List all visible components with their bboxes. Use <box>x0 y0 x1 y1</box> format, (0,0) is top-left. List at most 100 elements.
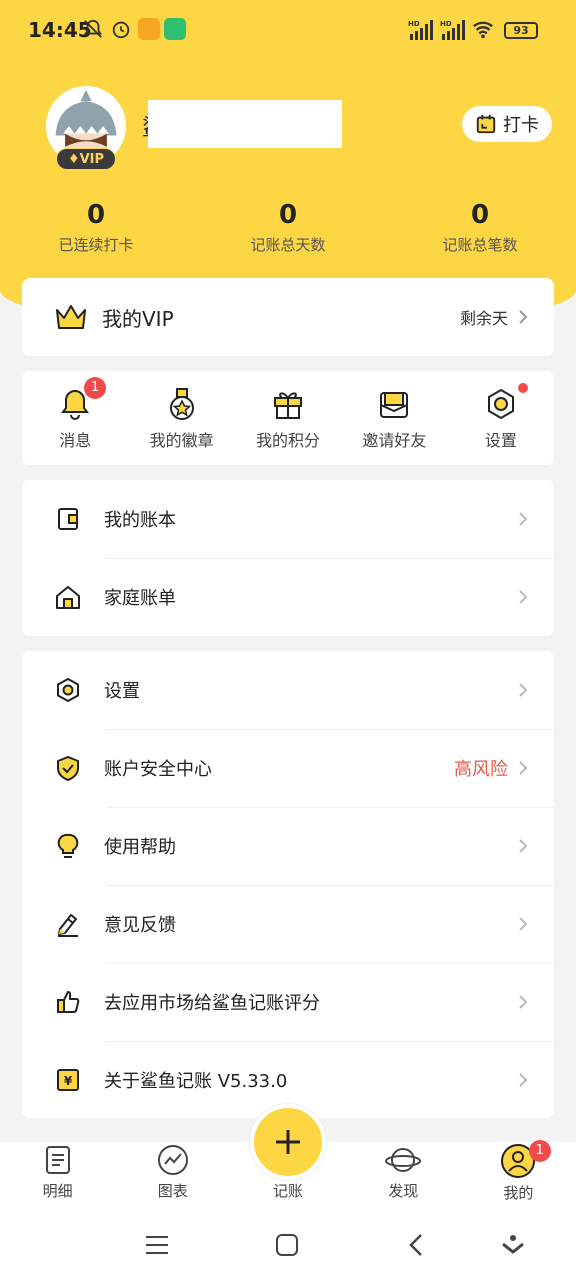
nav-label: 发现 <box>388 1182 419 1200</box>
signal-icon-2: HD <box>440 20 465 40</box>
plus-icon <box>276 1130 300 1154</box>
nav-label: 记账 <box>273 1182 304 1200</box>
bell-muted-icon <box>83 19 103 38</box>
menu-label: 关于鲨鱼记账 V5.33.0 <box>104 1071 288 1092</box>
quick-points[interactable]: 我的积分 <box>235 371 341 465</box>
quick-messages[interactable]: 1 消息 <box>22 371 128 465</box>
gift-icon <box>274 392 303 419</box>
stat-value: 0 <box>278 200 298 230</box>
crown-icon <box>56 305 86 329</box>
wallet-icon <box>58 508 78 530</box>
menu-group-books: 我的账本 家庭账单 <box>22 480 554 636</box>
list-icon <box>45 1146 70 1174</box>
chevron-right-icon <box>519 839 528 853</box>
house-icon <box>56 586 80 609</box>
calendar-icon <box>476 114 496 134</box>
stat-label: 记账总笔数 <box>442 236 518 254</box>
message-badge: 1 <box>84 377 106 399</box>
menu-label: 设置 <box>104 681 140 702</box>
planet-icon <box>385 1148 422 1172</box>
back-icon[interactable] <box>404 1232 430 1258</box>
nav-label: 我的 <box>503 1184 534 1202</box>
mine-badge: 1 <box>528 1140 551 1162</box>
security-app-icon <box>164 18 186 40</box>
shield-icon <box>57 755 79 781</box>
nav-discover[interactable]: 发现 <box>346 1142 461 1210</box>
nav-label: 明细 <box>42 1182 73 1200</box>
menu-rate-app[interactable]: 去应用市场给鲨鱼记账评分 <box>22 963 554 1041</box>
nav-mine[interactable]: 1 我的 <box>461 1140 576 1210</box>
home-icon[interactable] <box>274 1232 300 1258</box>
quick-label: 消息 <box>59 431 92 450</box>
alarm-icon <box>112 21 130 39</box>
menu-help[interactable]: 使用帮助 <box>22 807 554 885</box>
menu-label: 账户安全中心 <box>104 759 212 780</box>
app-notification-icon <box>138 18 160 40</box>
quick-label: 邀请好友 <box>362 431 427 450</box>
stats-row: 0 已连续打卡 0 记账总天数 0 记账总笔数 <box>0 200 576 255</box>
envelope-icon <box>380 392 409 418</box>
lightbulb-icon <box>57 833 79 858</box>
assistant-icon[interactable] <box>500 1232 526 1258</box>
vip-badge-label: VIP <box>79 152 105 167</box>
quick-settings[interactable]: 设置 <box>448 371 554 465</box>
vip-remaining-days: 剩余天 <box>459 309 508 328</box>
chevron-right-icon <box>519 683 528 697</box>
username-redaction <box>148 100 342 148</box>
settings-notification-dot <box>518 383 529 393</box>
svg-text:¥: ¥ <box>64 1074 73 1088</box>
checkin-label: 打卡 <box>503 115 539 136</box>
menu-label: 去应用市场给鲨鱼记账评分 <box>104 993 320 1014</box>
nav-label: 图表 <box>157 1182 188 1200</box>
chevron-right-icon <box>519 310 528 324</box>
nav-charts[interactable]: 图表 <box>115 1142 230 1210</box>
stat-consecutive-checkin[interactable]: 0 已连续打卡 <box>0 200 192 255</box>
chevron-right-icon <box>519 995 528 1009</box>
battery-indicator: 93 <box>504 22 538 39</box>
vip-card[interactable]: 我的VIP 剩余天 <box>22 278 554 356</box>
stat-total-days[interactable]: 0 记账总天数 <box>192 200 384 255</box>
stat-value: 0 <box>86 200 106 230</box>
quick-actions: 1 消息 我的徽章 我的积分 邀请好友 设置 <box>22 371 554 465</box>
menu-label: 意见反馈 <box>104 915 176 936</box>
diamond-icon: ♦ <box>67 152 80 167</box>
stat-label: 已连续打卡 <box>58 236 134 254</box>
system-nav-bar <box>0 1210 576 1280</box>
chevron-right-icon <box>519 590 528 604</box>
menu-account-security[interactable]: 账户安全中心 高风险 <box>22 729 554 807</box>
quick-label: 我的积分 <box>256 431 321 450</box>
yen-icon: ¥ <box>57 1069 79 1091</box>
quick-label: 设置 <box>484 431 517 450</box>
checkin-button[interactable]: 打卡 <box>462 106 552 142</box>
add-record-button[interactable] <box>250 1104 326 1180</box>
menu-icon[interactable] <box>144 1232 170 1258</box>
quick-label: 我的徽章 <box>149 431 214 450</box>
menu-label: 家庭账单 <box>104 588 176 609</box>
menu-my-books[interactable]: 我的账本 <box>22 480 554 558</box>
stat-value: 0 <box>470 200 490 230</box>
chevron-right-icon <box>519 512 528 526</box>
nav-details[interactable]: 明细 <box>0 1142 115 1210</box>
menu-label: 我的账本 <box>104 510 176 531</box>
svg-text:HD: HD <box>408 20 420 28</box>
status-bar: 14:45 HD HD 93 <box>0 0 576 60</box>
stat-label: 记账总天数 <box>250 236 326 254</box>
menu-label: 使用帮助 <box>104 837 176 858</box>
chevron-right-icon <box>519 917 528 931</box>
pencil-icon <box>58 914 78 937</box>
thumbs-up-icon <box>57 991 80 1013</box>
menu-settings[interactable]: 设置 <box>22 651 554 729</box>
vip-badge: ♦VIP <box>56 148 116 170</box>
risk-status: 高风险 <box>454 759 508 780</box>
menu-group-general: 设置 账户安全中心 高风险 使用帮助 意见反馈 去应用市场给鲨鱼记账评分 ¥ 关… <box>22 651 554 1118</box>
quick-badges[interactable]: 我的徽章 <box>128 371 234 465</box>
chevron-right-icon <box>519 761 528 775</box>
menu-family-bill[interactable]: 家庭账单 <box>22 558 554 636</box>
medal-icon <box>169 388 194 420</box>
menu-feedback[interactable]: 意见反馈 <box>22 885 554 963</box>
stat-total-entries[interactable]: 0 记账总笔数 <box>384 200 576 255</box>
wifi-icon <box>473 21 493 39</box>
settings-icon <box>487 388 514 420</box>
quick-invite[interactable]: 邀请好友 <box>341 371 447 465</box>
chevron-right-icon <box>519 1073 528 1087</box>
